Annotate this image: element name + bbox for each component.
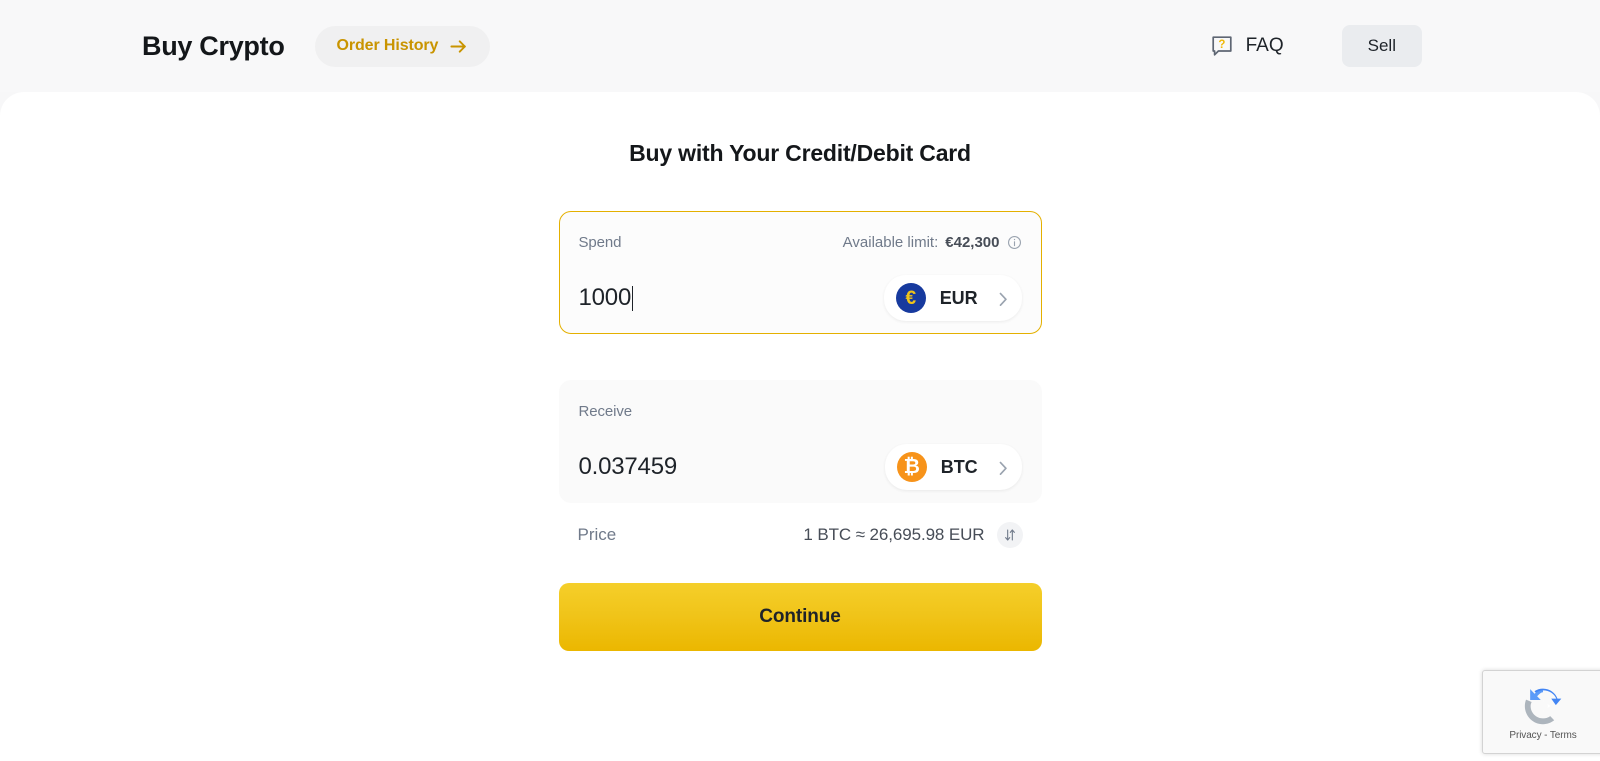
- page-title: Buy Crypto: [142, 30, 285, 61]
- header-right-group: ? FAQ Sell: [1210, 25, 1422, 67]
- spend-card-bottom-row: 1000 € EUR: [579, 275, 1022, 321]
- available-limit-value: €42,300: [945, 233, 1000, 251]
- header-left-group: Buy Crypto Order History: [142, 25, 491, 67]
- spend-card-top-row: Spend Available limit: €42,300: [579, 231, 1022, 253]
- recaptcha-logo-icon: [1521, 684, 1565, 728]
- price-row: Price 1 BTC ≈ 26,695.98 EUR: [559, 505, 1042, 565]
- price-value: 1 BTC ≈ 26,695.98 EUR: [803, 525, 985, 544]
- recaptcha-terms-label[interactable]: Privacy - Terms: [1509, 730, 1576, 741]
- app-header: Buy Crypto Order History ? FAQ Sell: [0, 0, 1600, 92]
- receive-currency-code: BTC: [940, 456, 978, 477]
- form-heading: Buy with Your Credit/Debit Card: [629, 140, 971, 166]
- info-circle-icon[interactable]: [1007, 235, 1022, 250]
- price-right-group: 1 BTC ≈ 26,695.98 EUR: [803, 522, 1023, 548]
- receive-card-bottom-row: 0.037459 ₿ BTC: [579, 444, 1022, 490]
- main-panel: Buy with Your Credit/Debit Card Spend Av…: [0, 92, 1600, 761]
- receive-currency-selector[interactable]: ₿ BTC: [884, 444, 1022, 490]
- receive-amount-value: 0.037459: [578, 453, 678, 480]
- chevron-right-icon: [998, 291, 1008, 306]
- spend-currency-selector[interactable]: € EUR: [883, 275, 1022, 321]
- available-limit: Available limit: €42,300: [843, 234, 1022, 251]
- sell-button[interactable]: Sell: [1341, 25, 1422, 67]
- faq-question-bubble-icon: ?: [1210, 34, 1234, 58]
- buy-form: Spend Available limit: €42,300 1000 € EU…: [558, 211, 1042, 651]
- order-history-button[interactable]: Order History: [314, 25, 491, 67]
- receive-label: Receive: [578, 402, 633, 420]
- faq-button[interactable]: ? FAQ: [1210, 34, 1284, 58]
- swap-price-button[interactable]: [996, 522, 1023, 548]
- receive-amount-input[interactable]: 0.037459: [579, 453, 678, 481]
- continue-button[interactable]: Continue: [558, 583, 1042, 651]
- spend-amount-input[interactable]: 1000: [579, 284, 634, 312]
- available-limit-prefix: Available limit:: [842, 233, 939, 251]
- recaptcha-badge[interactable]: Privacy - Terms: [1482, 670, 1600, 754]
- spend-label: Spend: [578, 233, 622, 251]
- text-cursor: [632, 285, 634, 311]
- btc-coin-icon: ₿: [896, 452, 927, 482]
- price-label: Price: [577, 525, 617, 544]
- faq-label: FAQ: [1245, 35, 1284, 56]
- arrow-right-icon: [449, 37, 468, 56]
- spend-amount-value: 1000: [578, 284, 632, 311]
- eur-coin-icon: €: [895, 283, 926, 313]
- receive-card[interactable]: Receive 0.037459 ₿ BTC: [558, 380, 1042, 503]
- card-spacer: [559, 334, 1042, 380]
- swap-arrows-icon: [1003, 528, 1017, 542]
- order-history-label: Order History: [336, 37, 439, 54]
- chevron-right-icon: [998, 460, 1008, 475]
- svg-text:?: ?: [1218, 39, 1225, 51]
- spend-card[interactable]: Spend Available limit: €42,300 1000 € EU…: [558, 211, 1042, 334]
- btc-symbol: ₿: [903, 456, 920, 478]
- spend-currency-code: EUR: [939, 287, 978, 308]
- receive-card-top-row: Receive: [579, 400, 1022, 422]
- eur-symbol: €: [905, 287, 917, 309]
